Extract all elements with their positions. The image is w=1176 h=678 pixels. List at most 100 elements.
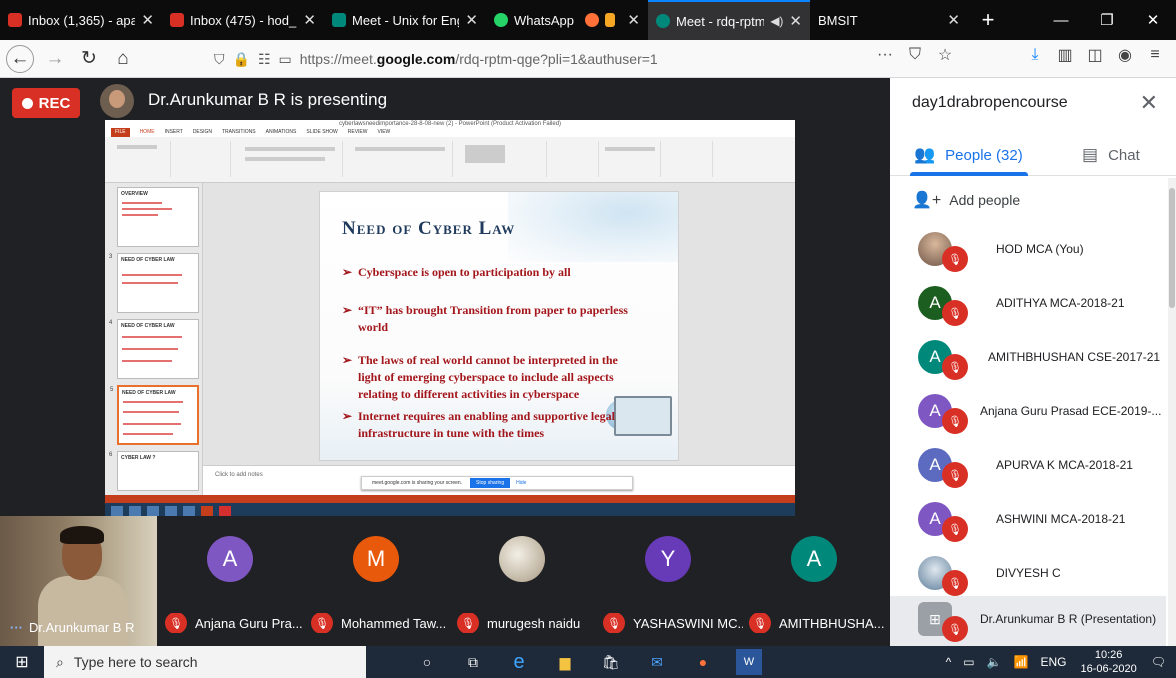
shared-screen: cyberlawsneedimportance-28-8-08-new (2) … xyxy=(105,120,795,518)
permissions-icon[interactable]: ☷ xyxy=(258,51,271,68)
hide-button[interactable]: Hide xyxy=(516,480,526,486)
thumb-title: CYBER LAW ? xyxy=(121,455,156,461)
account-icon[interactable]: ◉ xyxy=(1110,45,1140,65)
thumb-title: NEED OF CYBER LAW xyxy=(121,257,175,263)
task-view-icon[interactable]: ⧉ xyxy=(460,649,486,675)
close-icon[interactable]: ✕ xyxy=(465,11,478,29)
slide-background-clouds xyxy=(508,192,678,262)
speaker-icon[interactable]: ◀) xyxy=(770,14,783,28)
back-button[interactable]: ← xyxy=(6,44,34,73)
tab-gmail-aparna[interactable]: Inbox (1,365) - aparna ✕ xyxy=(0,0,162,40)
word-icon[interactable]: W xyxy=(736,649,762,675)
list-item[interactable]: 🎙 HOD MCA (You) xyxy=(890,226,1166,278)
slide-thumbnail[interactable]: 6 CYBER LAW ? xyxy=(109,451,199,491)
minimize-icon[interactable]: — xyxy=(1038,0,1084,40)
stop-sharing-button[interactable]: Stop sharing xyxy=(470,478,511,488)
close-icon[interactable]: ✕ xyxy=(947,11,960,29)
bookmark-star-icon[interactable]: ☆ xyxy=(930,45,960,65)
ppt-tab: FILE xyxy=(111,128,130,137)
chevron-up-icon[interactable]: ^ xyxy=(946,655,952,669)
pocket-icon[interactable]: ⛉ xyxy=(900,46,930,64)
network-icon[interactable]: 📶 xyxy=(1014,655,1029,669)
reload-button[interactable]: ↻ xyxy=(72,44,106,74)
close-icon[interactable]: ✕ xyxy=(627,11,640,29)
slide-thumbnail[interactable]: OVERVIEW xyxy=(117,187,199,247)
list-item[interactable]: A 🎙 APURVA K MCA-2018-21 xyxy=(890,442,1166,494)
close-icon[interactable]: ✕ xyxy=(303,11,316,29)
tab-people[interactable]: 👥 People (32) xyxy=(914,134,1023,176)
participant-tile[interactable]: Y 🎙 YASHASWINI MC... xyxy=(595,516,743,646)
toolbar-right: ··· ⛉ ☆ ⤓ ▥ ◫ ◉ ≡ xyxy=(870,45,1170,65)
list-item[interactable]: A 🎙 Anjana Guru Prasad ECE-2019-... xyxy=(890,388,1166,440)
home-button[interactable]: ⌂ xyxy=(106,44,140,74)
thumb-number: 3 xyxy=(109,254,113,260)
arrow-bullet-icon: ➢ xyxy=(342,353,353,367)
store-icon[interactable]: 🛍 xyxy=(598,649,624,675)
person-name: ASHWINI MCA-2018-21 xyxy=(996,512,1126,526)
tab-meet-rdq[interactable]: Meet - rdq-rptm-q ◀) ✕ xyxy=(648,0,810,40)
cortana-icon[interactable]: ○ xyxy=(414,649,440,675)
library-icon[interactable]: ▥ xyxy=(1050,45,1080,65)
language-indicator[interactable]: ENG xyxy=(1040,655,1066,669)
slide-thumbnail[interactable]: 3 NEED OF CYBER LAW xyxy=(109,253,199,313)
thumb-title: NEED OF CYBER LAW xyxy=(122,390,176,396)
mail-icon[interactable]: ✉ xyxy=(644,649,670,675)
tab-gmail-hod[interactable]: Inbox (475) - hod_mca ✕ xyxy=(162,0,324,40)
firefox-icon[interactable]: ● xyxy=(690,649,716,675)
edge-icon[interactable]: e xyxy=(506,649,532,675)
scrollbar-thumb[interactable] xyxy=(1169,188,1175,308)
lock-icon[interactable]: 🔒 xyxy=(233,51,250,68)
tab-whatsapp[interactable]: WhatsApp ✕ xyxy=(486,0,648,40)
mic-off-icon: 🎙 xyxy=(311,613,333,633)
notifications-icon[interactable]: 🗨 xyxy=(1151,655,1166,669)
url-bar[interactable]: ⛉ 🔒 ☷ ▭ https://meet. google.com/rdq-rptm… xyxy=(214,45,942,73)
clock[interactable]: 10:26 16-06-2020 xyxy=(1080,648,1136,676)
close-icon[interactable]: ✕ xyxy=(141,11,154,29)
file-explorer-icon[interactable]: ▆ xyxy=(552,649,578,675)
restore-icon[interactable]: ❐ xyxy=(1084,0,1130,40)
sidebar-icon[interactable]: ◫ xyxy=(1080,45,1110,65)
forward-button[interactable]: → xyxy=(38,44,72,74)
list-item[interactable]: A 🎙 ADITHYA MCA-2018-21 xyxy=(890,280,1166,332)
participant-tile[interactable]: 🎙 murugesh naidu xyxy=(449,516,595,646)
participant-tile[interactable]: A 🎙 AMITHBHUSHA... xyxy=(741,516,887,646)
tab-title: Meet - rdq-rptm-q xyxy=(676,13,764,29)
slide-thumbnail-selected[interactable]: 5 NEED OF CYBER LAW xyxy=(110,385,199,445)
close-panel-icon[interactable]: ✕ xyxy=(1140,90,1158,116)
list-item[interactable]: A 🎙 ASHWINI MCA-2018-21 xyxy=(890,496,1166,548)
microphone-icon xyxy=(605,13,616,27)
volume-icon[interactable]: 🔈 xyxy=(987,655,1002,669)
menu-icon[interactable]: ≡ xyxy=(1140,46,1170,64)
download-icon[interactable]: ⤓ xyxy=(1020,46,1050,64)
thumb-line xyxy=(122,282,178,284)
tab-meet-unix[interactable]: Meet - Unix for Engin ✕ xyxy=(324,0,486,40)
people-panel: day1drabropencourse ✕ 👥 People (32) ▤ Chat… xyxy=(890,78,1176,646)
new-tab-button[interactable]: + xyxy=(968,0,1008,40)
participant-tile[interactable]: A 🎙 Anjana Guru Pra... xyxy=(157,516,303,646)
participant-tile[interactable]: M 🎙 Mohammed Taw... xyxy=(303,516,449,646)
close-window-icon[interactable]: ✕ xyxy=(1130,0,1176,40)
list-item[interactable]: 🎙 DIVYESH C xyxy=(890,550,1166,602)
page-actions-icon[interactable]: ··· xyxy=(870,46,900,64)
close-icon[interactable]: ✕ xyxy=(789,12,802,30)
shield-icon[interactable]: ⛉ xyxy=(214,51,225,68)
tab-chat[interactable]: ▤ Chat xyxy=(1082,134,1140,176)
ribbon-item xyxy=(245,157,325,161)
list-item[interactable]: A 🎙 AMITHBHUSHAN CSE-2017-21 xyxy=(890,334,1166,386)
screen-share-icon[interactable]: ▭ xyxy=(279,51,292,68)
tab-bmsit[interactable]: BMSIT ✕ xyxy=(810,0,968,40)
share-notice-text: meet.google.com is sharing your screen. xyxy=(372,480,463,486)
notes-pane[interactable]: Click to add notes meet.google.com is sh… xyxy=(203,465,795,495)
more-options-icon[interactable]: ··· xyxy=(10,620,23,635)
people-scrollbar[interactable] xyxy=(1168,178,1176,646)
person-name: Dr.Arunkumar B R (Presentation) xyxy=(980,612,1157,626)
battery-icon[interactable]: ▭ xyxy=(963,655,974,669)
add-people-button[interactable]: 👤+ Add people xyxy=(912,190,1020,210)
presenter-video-tile[interactable]: ··· Dr.Arunkumar B R xyxy=(0,516,157,646)
browser-nav-bar: ← → ↻ ⌂ ⛉ 🔒 ☷ ▭ https://meet. google.com /… xyxy=(0,40,1176,78)
list-item-presentation[interactable]: ⊞ 🎙 Dr.Arunkumar B R (Presentation) xyxy=(890,596,1166,646)
slide-thumbnail[interactable]: 4 NEED OF CYBER LAW xyxy=(109,319,199,379)
taskbar-search[interactable]: ⌕ Type here to search xyxy=(44,646,366,678)
arrow-bullet-icon: ➢ xyxy=(342,265,353,279)
windows-start-icon[interactable]: ⊞ xyxy=(0,646,44,678)
